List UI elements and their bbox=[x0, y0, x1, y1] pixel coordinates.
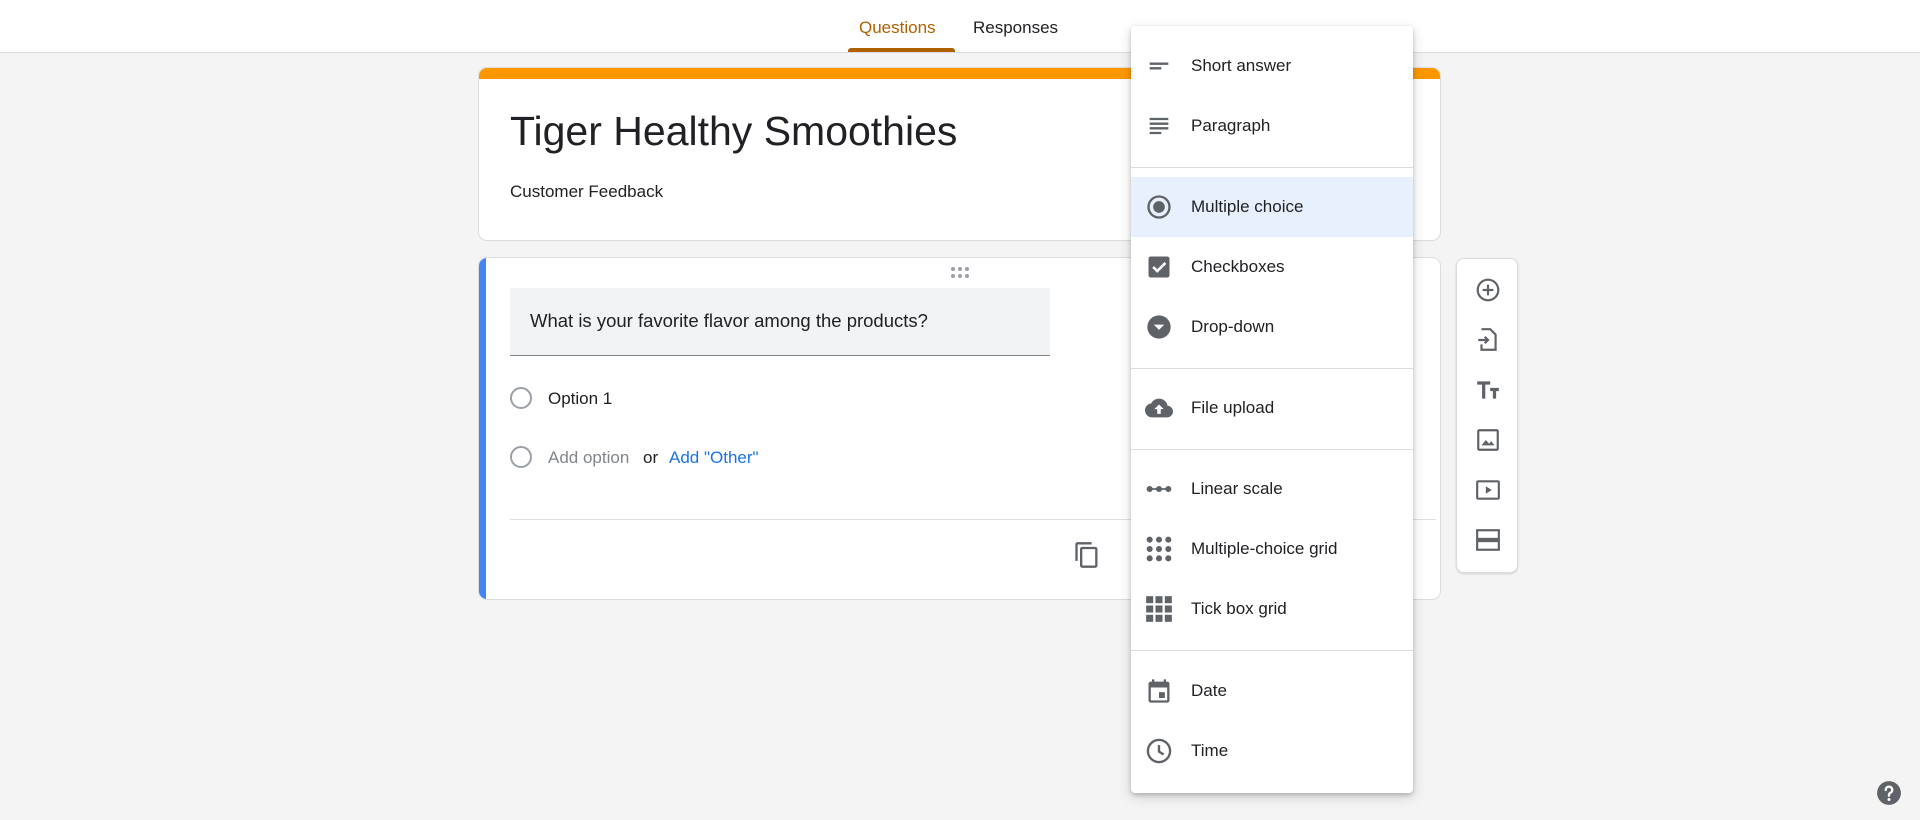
or-text: or bbox=[643, 448, 659, 467]
menu-label: Short answer bbox=[1191, 56, 1292, 75]
menu-item-file-upload[interactable]: File upload bbox=[1131, 378, 1413, 438]
active-tab-indicator bbox=[848, 48, 955, 52]
menu-label: Paragraph bbox=[1191, 116, 1271, 135]
menu-item-time[interactable]: Time bbox=[1131, 721, 1413, 781]
menu-label: Time bbox=[1191, 741, 1229, 760]
drag-handle-icon[interactable] bbox=[949, 266, 971, 280]
form-title[interactable]: Tiger Healthy Smoothies bbox=[510, 108, 957, 155]
option-radio-icon bbox=[510, 387, 532, 409]
active-card-accent bbox=[479, 258, 486, 599]
paragraph-icon bbox=[1149, 117, 1169, 135]
tab-responses[interactable]: Responses bbox=[973, 18, 1058, 38]
import-questions-icon[interactable] bbox=[1475, 327, 1501, 353]
menu-label: Date bbox=[1191, 681, 1227, 700]
menu-divider bbox=[1131, 449, 1413, 450]
form-description[interactable]: Customer Feedback bbox=[510, 182, 663, 202]
question-type-menu: Short answer Paragraph Multiple choice C… bbox=[1131, 26, 1413, 793]
cloud-upload-icon bbox=[1145, 398, 1173, 418]
help-icon[interactable] bbox=[1876, 780, 1902, 806]
linear-scale-icon bbox=[1146, 485, 1172, 493]
menu-label: Multiple-choice grid bbox=[1191, 539, 1338, 558]
clock-icon bbox=[1146, 738, 1172, 764]
add-title-icon[interactable] bbox=[1475, 377, 1501, 403]
tab-questions[interactable]: Questions bbox=[859, 18, 936, 38]
question-title-text: What is your favorite flavor among the p… bbox=[530, 310, 928, 331]
menu-item-multiple-choice-grid[interactable]: Multiple-choice grid bbox=[1131, 519, 1413, 579]
menu-item-multiple-choice[interactable]: Multiple choice bbox=[1131, 177, 1413, 237]
square-grid-icon bbox=[1146, 596, 1172, 622]
menu-divider bbox=[1131, 167, 1413, 168]
menu-item-tick-box-grid[interactable]: Tick box grid bbox=[1131, 579, 1413, 639]
menu-label: Multiple choice bbox=[1191, 197, 1304, 216]
dropdown-circle-icon bbox=[1147, 315, 1171, 339]
dot-grid-icon bbox=[1146, 536, 1172, 562]
add-video-icon[interactable] bbox=[1475, 477, 1501, 503]
menu-item-checkboxes[interactable]: Checkboxes bbox=[1131, 237, 1413, 297]
menu-item-linear-scale[interactable]: Linear scale bbox=[1131, 459, 1413, 519]
menu-label: Checkboxes bbox=[1191, 257, 1285, 276]
menu-item-short-answer[interactable]: Short answer bbox=[1131, 36, 1413, 96]
menu-label: File upload bbox=[1191, 398, 1275, 417]
question-title-input[interactable]: What is your favorite flavor among the p… bbox=[510, 288, 1050, 356]
add-option-button[interactable]: Add option bbox=[548, 448, 629, 468]
add-option-radio-icon bbox=[510, 446, 532, 468]
radio-button-icon bbox=[1147, 195, 1171, 219]
menu-item-dropdown[interactable]: Drop-down bbox=[1131, 297, 1413, 357]
menu-divider bbox=[1131, 368, 1413, 369]
menu-label: Tick box grid bbox=[1191, 599, 1287, 618]
menu-divider bbox=[1131, 650, 1413, 651]
add-image-icon[interactable] bbox=[1475, 427, 1501, 453]
add-question-icon[interactable] bbox=[1475, 277, 1501, 303]
side-toolbar bbox=[1456, 258, 1518, 573]
short-answer-icon bbox=[1149, 62, 1169, 70]
menu-label: Drop-down bbox=[1191, 317, 1275, 336]
calendar-icon bbox=[1148, 679, 1170, 703]
menu-label: Linear scale bbox=[1191, 479, 1283, 498]
menu-item-paragraph[interactable]: Paragraph bbox=[1131, 96, 1413, 156]
add-section-icon[interactable] bbox=[1475, 527, 1501, 553]
top-bar: Questions Responses bbox=[0, 0, 1920, 53]
menu-item-date[interactable]: Date bbox=[1131, 661, 1413, 721]
checkbox-icon bbox=[1148, 256, 1170, 278]
duplicate-icon[interactable] bbox=[1073, 541, 1101, 569]
option-1-input[interactable]: Option 1 bbox=[548, 389, 612, 409]
add-other-button[interactable]: Add "Other" bbox=[669, 448, 759, 468]
